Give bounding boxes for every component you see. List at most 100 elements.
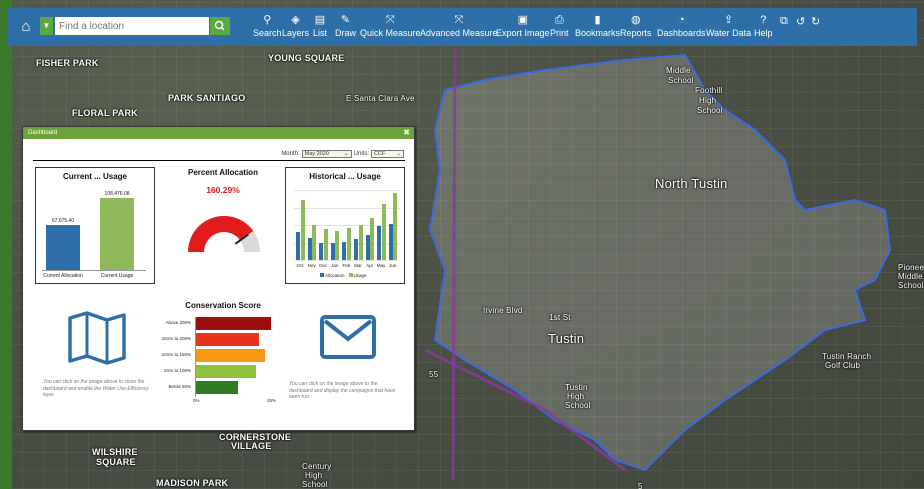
- location-search: ▼: [40, 17, 230, 35]
- month-label: Month:: [281, 151, 300, 157]
- history-bar: [346, 227, 351, 260]
- bar-value-label: 108,476.08: [104, 190, 130, 197]
- bar-value-label: 67,675.40: [51, 217, 75, 224]
- percent-allocation-gauge[interactable]: [185, 200, 263, 260]
- score-bar: [195, 365, 256, 378]
- history-bar: [358, 225, 363, 260]
- reports-button[interactable]: ◍ Reports: [620, 12, 652, 38]
- water-data-button[interactable]: ⇪ Water Data: [706, 12, 751, 38]
- percent-allocation-title: Percent Allocation: [188, 168, 258, 177]
- legend-swatch: [320, 273, 324, 277]
- list-icon: ▤: [314, 14, 326, 26]
- quick-measure-button[interactable]: ⤧ Quick Measure: [360, 12, 421, 38]
- score-category-label: Below 50%: [168, 384, 191, 389]
- history-bar: [370, 218, 375, 260]
- historical-usage-panel[interactable]: Historical ... Usage Oct Nov Dec Jan Feb Mar A…: [285, 167, 405, 284]
- question-icon: ?: [760, 14, 767, 26]
- dashboards-button[interactable]: ◔ Dashboards: [657, 12, 706, 38]
- map-label: School: [565, 401, 591, 410]
- current-usage-panel[interactable]: Current ... Usage 67,675.40 Current Alloc…: [35, 167, 155, 284]
- history-bar: [323, 229, 328, 260]
- search-submit-button[interactable]: [210, 17, 230, 35]
- map-label: 55: [429, 370, 439, 379]
- map-label: Middle: [666, 66, 691, 75]
- dashboard-header[interactable]: Dashboard ✖: [23, 127, 414, 139]
- popout-icon[interactable]: ⧉: [780, 15, 788, 28]
- dashboard-gauge-icon: ◔: [677, 14, 685, 26]
- map-icon[interactable]: [67, 310, 127, 366]
- dashboards-label: Dashboards: [657, 28, 706, 38]
- search-dropdown-button[interactable]: ▼: [40, 17, 53, 35]
- map-label: VILLAGE: [231, 441, 272, 451]
- score-bar: [195, 381, 238, 394]
- dashboard-controls: Month: May 2020 ⌄ Units: CCF ⌄: [281, 150, 404, 158]
- mail-icon[interactable]: [319, 314, 377, 360]
- measure-icon: ⤧: [454, 14, 464, 26]
- month-tick-label: Oct: [296, 263, 304, 268]
- month-select-value: May 2020: [304, 151, 329, 157]
- help-label: Help: [754, 28, 773, 38]
- map-label: Century: [302, 462, 332, 471]
- map-label: School: [668, 76, 694, 85]
- month-tick-label: May: [376, 263, 386, 268]
- month-tick-label: Nov: [307, 263, 316, 268]
- reports-label: Reports: [620, 28, 652, 38]
- history-bar: [342, 241, 347, 260]
- list-button[interactable]: ▤ List: [313, 12, 327, 38]
- advanced-measure-button[interactable]: ⤧ Advanced Measure: [420, 12, 498, 38]
- draw-button[interactable]: ✎ Draw: [335, 12, 356, 38]
- score-category-label: 151% to 200%: [161, 336, 191, 341]
- map-label: FISHER PARK: [36, 58, 99, 68]
- measure-icon: ⤧: [385, 14, 395, 26]
- grid-line: [294, 260, 400, 261]
- history-bar: [354, 239, 358, 260]
- history-bar: [307, 237, 312, 260]
- legend-item: Allocation: [320, 273, 345, 278]
- units-select[interactable]: CCF ⌄: [371, 150, 404, 158]
- axis-tick-label: 0%: [193, 398, 200, 403]
- map-label: SQUARE: [96, 457, 136, 467]
- legend-item: Usage: [348, 273, 367, 278]
- usage-bar: [100, 197, 134, 270]
- bookmarks-button[interactable]: ▮ Bookmarks: [575, 12, 620, 38]
- map-label: MADISON PARK: [156, 478, 229, 488]
- redo-icon[interactable]: ↻: [811, 15, 820, 28]
- month-tick-label: Jun: [389, 263, 397, 268]
- current-usage-title: Current ... Usage: [62, 172, 127, 181]
- layers-button[interactable]: ◈ Layers: [282, 12, 309, 38]
- grid-line: [294, 190, 400, 191]
- month-select[interactable]: May 2020 ⌄: [301, 150, 352, 158]
- units-label: Units:: [353, 151, 369, 157]
- home-icon[interactable]: ⌂: [16, 18, 36, 36]
- map-label: High: [699, 96, 717, 105]
- search-button[interactable]: ⚲ Search: [253, 12, 282, 38]
- map-label: YOUNG SQUARE: [268, 53, 345, 63]
- map-label: 5: [638, 482, 643, 489]
- close-icon[interactable]: ✖: [403, 127, 410, 139]
- bookmark-icon: ▮: [594, 14, 601, 26]
- export-image-button[interactable]: ▣ Export Image: [496, 12, 550, 38]
- quick-measure-label: Quick Measure: [360, 28, 421, 38]
- search-label: Search: [253, 28, 282, 38]
- month-tick-label: Jan: [331, 263, 339, 268]
- print-label: Print: [550, 28, 569, 38]
- chevron-down-icon: ⌄: [396, 151, 401, 157]
- undo-icon[interactable]: ↺: [796, 15, 805, 28]
- map-label: North Tustin: [655, 176, 728, 191]
- map-label: High: [305, 471, 323, 480]
- historical-usage-title: Historical ... Usage: [309, 172, 381, 181]
- location-search-input[interactable]: [55, 17, 209, 35]
- history-bar: [365, 234, 370, 260]
- map-label: 1st St: [549, 313, 571, 322]
- pencil-icon: ✎: [340, 14, 351, 26]
- print-icon: ⎙: [554, 14, 564, 26]
- dashboard-title: Dashboard: [28, 130, 58, 136]
- history-bar: [312, 225, 317, 260]
- chart-legend: Allocation Usage: [320, 273, 367, 278]
- map-label: Golf Club: [825, 361, 861, 370]
- district-boundary: [425, 50, 892, 480]
- print-button[interactable]: ⎙ Print: [550, 12, 569, 38]
- help-button[interactable]: ? Help: [754, 12, 773, 38]
- map-label: Irvine Blvd: [483, 306, 523, 315]
- top-toolbar: ⌂ ▼ ⚲ Search ◈ Layers ▤ List ✎ Draw ⤧ Quick Measu…: [8, 8, 917, 46]
